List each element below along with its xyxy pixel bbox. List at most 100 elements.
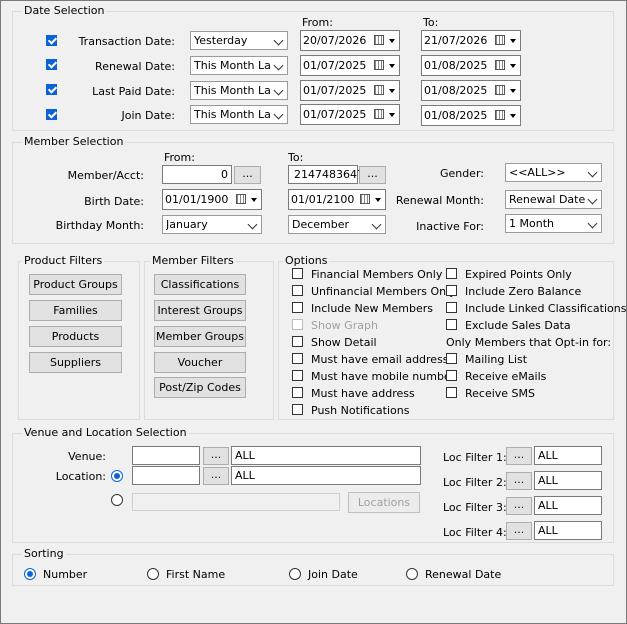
calendar-icon [236,194,246,204]
families-button[interactable]: Families [29,300,122,321]
last-paid-date-checkbox[interactable] [46,84,57,95]
must-have-mobile-checkbox[interactable] [292,370,303,381]
receive-sms-label: Receive SMS [465,387,536,400]
suppliers-button[interactable]: Suppliers [29,352,122,373]
transaction-date-label: Transaction Date: [78,35,175,48]
join-date-range-select[interactable]: This Month Last [190,105,288,124]
member-from-input[interactable]: 0 [162,165,232,184]
loc-filter-1-input[interactable]: ALL [534,446,602,465]
loc-filter-2-input[interactable]: ALL [534,471,602,490]
loc-filter-3-browse-button[interactable]: ... [506,497,532,515]
must-have-mobile-label: Must have mobile number [311,370,456,383]
birth-date-from-picker[interactable]: 01/01/1900 [162,189,262,210]
product-groups-button[interactable]: Product Groups [29,274,122,295]
loc-filter-2-browse-button[interactable]: ... [506,472,532,490]
receive-emails-label: Receive eMails [465,370,547,383]
locations-button[interactable]: Locations [348,492,420,513]
last-paid-date-from-picker[interactable]: 01/07/2025 [300,80,400,101]
chevron-down-icon [273,85,284,96]
member-to-input[interactable]: 2147483647 [288,165,364,184]
last-paid-date-to-picker[interactable]: 01/08/2025 [421,80,521,101]
show-detail-checkbox[interactable] [292,336,303,347]
calendar-icon [374,35,384,45]
sort-renewal-date-radio[interactable] [406,568,418,580]
include-new-members-checkbox[interactable] [292,302,303,313]
must-have-address-label: Must have address [311,387,415,400]
transaction-date-range-select[interactable]: Yesterday [190,31,288,50]
join-date-label: Join Date: [121,109,176,122]
receive-emails-checkbox[interactable] [446,370,457,381]
locations-list-radio[interactable] [111,494,123,506]
member-from-browse-button[interactable]: ... [234,166,261,184]
loc-filter-4-input[interactable]: ALL [534,521,602,540]
date-from-header: From: [302,16,333,29]
transaction-date-to-picker[interactable]: 21/07/2026 [421,30,521,51]
transaction-date-from-picker[interactable]: 20/07/2026 [300,30,400,51]
loc-filter-1-browse-button[interactable]: ... [506,447,532,465]
chevron-down-icon [273,60,284,71]
dropdown-arrow-icon [510,39,516,43]
exclude-sales-data-checkbox[interactable] [446,319,457,330]
exclude-sales-data-label: Exclude Sales Data [465,319,571,332]
birthday-month-to-select[interactable]: December [288,215,386,234]
post-zip-codes-button[interactable]: Post/Zip Codes [154,377,246,398]
financial-members-only-label: Financial Members Only [311,268,443,281]
venue-code-input[interactable] [132,446,200,465]
date-selection-title: Date Selection [22,4,107,17]
loc-filter-3-input[interactable]: ALL [534,496,602,515]
sort-join-date-radio[interactable] [289,568,301,580]
renewal-date-from-picker[interactable]: 01/07/2025 [300,55,400,76]
include-linked-classifications-checkbox[interactable] [446,302,457,313]
loc-filter-4-browse-button[interactable]: ... [506,522,532,540]
transaction-date-checkbox[interactable] [46,35,57,46]
birthday-month-from-select[interactable]: January [162,215,262,234]
birth-date-to-picker[interactable]: 01/01/2100 [288,189,386,210]
dropdown-arrow-icon [375,198,381,202]
classifications-button[interactable]: Classifications [154,274,246,295]
show-graph-checkbox[interactable] [292,319,303,330]
renewal-date-range-select[interactable]: This Month Last [190,56,288,75]
must-have-address-checkbox[interactable] [292,387,303,398]
expired-points-only-checkbox[interactable] [446,268,457,279]
push-notifications-checkbox[interactable] [292,404,303,415]
loc-filter-1-label: Loc Filter 1: [443,451,507,464]
join-date-from-picker[interactable]: 01/07/2025 [300,104,400,125]
chevron-down-icon [587,167,598,178]
must-have-email-checkbox[interactable] [292,353,303,364]
gender-select[interactable]: <<ALL>> [505,163,602,182]
location-radio[interactable] [111,470,123,482]
venue-name-input[interactable]: ALL [231,446,421,465]
sort-number-radio[interactable] [24,568,36,580]
member-to-browse-button[interactable]: ... [359,166,386,184]
sort-number-label: Number [43,568,88,581]
renewal-date-to-picker[interactable]: 01/08/2025 [421,55,521,76]
voucher-button[interactable]: Voucher [154,352,246,373]
join-date-checkbox[interactable] [46,109,57,120]
financial-members-only-checkbox[interactable] [292,268,303,279]
member-from-value: 0 [221,168,228,181]
sort-first-name-radio[interactable] [147,568,159,580]
inactive-for-select[interactable]: 1 Month [505,214,602,233]
member-groups-button[interactable]: Member Groups [154,326,246,347]
interest-groups-button[interactable]: Interest Groups [154,300,246,321]
venue-browse-button[interactable]: ... [203,447,229,465]
include-zero-balance-checkbox[interactable] [446,285,457,296]
mailing-list-checkbox[interactable] [446,353,457,364]
location-name-input[interactable]: ALL [231,466,421,485]
loc-filter-4-value: ALL [538,524,558,537]
last-paid-date-range-select[interactable]: This Month Last [190,81,288,100]
location-label: Location: [55,470,106,483]
unfinancial-members-only-checkbox[interactable] [292,285,303,296]
location-code-input[interactable] [132,466,200,485]
receive-sms-checkbox[interactable] [446,387,457,398]
chevron-down-icon [247,219,258,230]
join-date-to-picker[interactable]: 01/08/2025 [421,105,521,126]
dropdown-arrow-icon [510,89,516,93]
renewal-month-select[interactable]: Renewal Date [505,190,602,209]
must-have-email-label: Must have email address [311,353,449,366]
sort-renewal-date-label: Renewal Date [425,568,502,581]
renewal-date-checkbox[interactable] [46,59,57,70]
products-button[interactable]: Products [29,326,122,347]
location-browse-button[interactable]: ... [203,467,229,485]
join-date-range-value: This Month Last [194,108,270,121]
